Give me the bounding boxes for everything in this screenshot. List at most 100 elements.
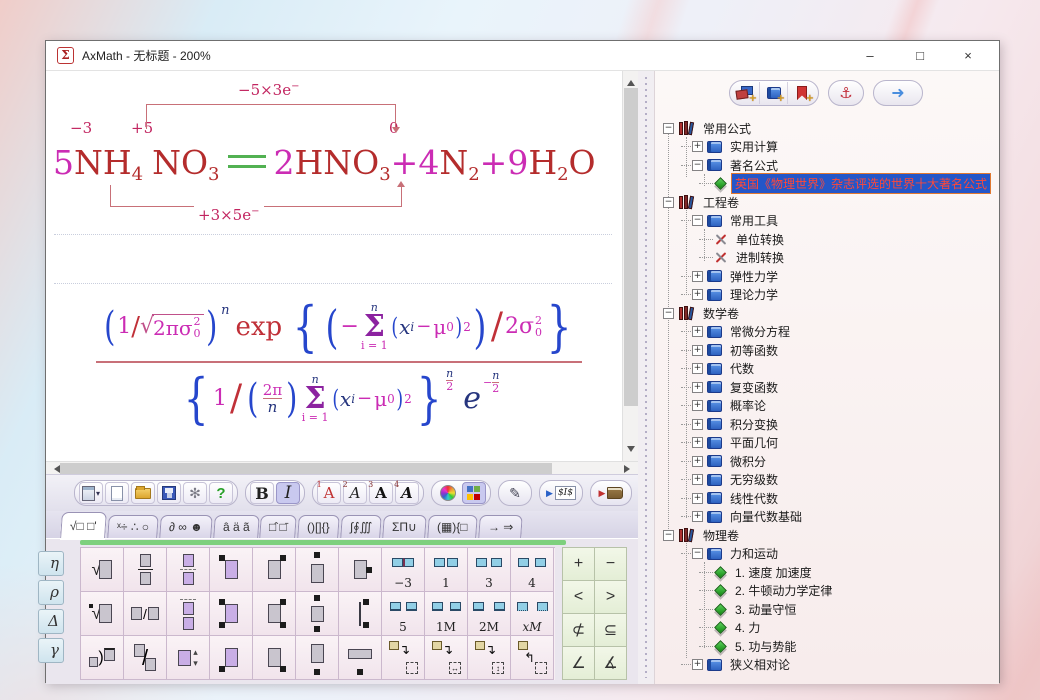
pane-splitter[interactable] [638, 71, 654, 684]
formula-library-button[interactable]: ▶ [595, 482, 627, 504]
tree-item-notebook[interactable]: +弹性力学 [659, 267, 995, 286]
symbol-measured-angle[interactable]: ∡ [595, 647, 627, 680]
tree-item-library[interactable]: −数学卷 [659, 304, 995, 323]
bold-button[interactable]: B [250, 482, 274, 504]
font-preset-3-button[interactable]: 3A [369, 482, 393, 504]
template-space-neg3[interactable]: −3 [382, 548, 425, 592]
add-notebook-button[interactable]: + [760, 82, 788, 104]
tree-item-tool[interactable]: 单位转换 [659, 230, 995, 249]
tree-item-library[interactable]: −物理卷 [659, 526, 995, 545]
tree-item-notebook[interactable]: +狭义相对论 [659, 656, 995, 675]
font-preset-4-button[interactable]: 4A [395, 482, 419, 504]
template-insert-vbox[interactable]: ↴↕ [468, 636, 511, 680]
template-space-1[interactable]: 1 [425, 548, 468, 592]
horizontal-scrollbar[interactable] [46, 461, 638, 474]
template-skew-fraction[interactable]: / [124, 636, 167, 680]
font-preset-2-button[interactable]: 2A [343, 482, 367, 504]
template-space-1M[interactable]: 1M [425, 592, 468, 636]
template-bar-scripts[interactable] [339, 592, 382, 636]
open-button[interactable] [131, 482, 155, 504]
symbol-minus[interactable]: − [595, 548, 627, 581]
template-insert-hbox[interactable]: ↴↔ [425, 636, 468, 680]
template-left-superscript[interactable] [210, 548, 253, 592]
template-space-2M[interactable]: 2M [468, 592, 511, 636]
tree-item-notebook[interactable]: +实用计算 [659, 138, 995, 157]
tree-item-formula[interactable]: 5. 功与势能 [659, 637, 995, 656]
symbol-subset-equal[interactable]: ⊆ [595, 614, 627, 647]
tree-item-notebook[interactable]: +积分变换 [659, 415, 995, 434]
color-palette-button[interactable] [462, 482, 486, 504]
tab-symbols[interactable]: ∂ ∞ ☻ [159, 515, 212, 538]
tree-item-notebook[interactable]: −著名公式 [659, 156, 995, 175]
template-long-division[interactable]: ) [81, 636, 124, 680]
anchor-button[interactable]: ⚓ [828, 80, 864, 106]
tree-item-notebook[interactable]: +无穷级数 [659, 471, 995, 490]
scroll-left-icon[interactable] [50, 465, 60, 473]
save-button[interactable] [157, 482, 181, 504]
tab-brackets[interactable]: ()[]{} [297, 515, 339, 538]
minimize-button[interactable]: – [847, 41, 893, 71]
vertical-scrollbar-thumb[interactable] [624, 88, 638, 406]
template-wide-underscript[interactable] [339, 636, 382, 680]
handwriting-button[interactable]: ✎ [503, 482, 527, 504]
template-inline-fraction[interactable]: / [124, 592, 167, 636]
tree-item-notebook[interactable]: +平面几何 [659, 434, 995, 453]
editor-canvas[interactable]: −3 +5 0 −5×3e− +3×5e− 5NH4NO32HNO3+4N2+9… [46, 71, 638, 474]
tree-item-notebook[interactable]: +线性代数 [659, 489, 995, 508]
template-over-under[interactable] [167, 548, 210, 592]
color-wheel-button[interactable] [436, 482, 460, 504]
template-space-xM[interactable]: xM [511, 592, 554, 636]
close-button[interactable]: × [945, 41, 991, 71]
settings-button[interactable]: ✻ [183, 482, 207, 504]
tree-item-formula[interactable]: 4. 力 [659, 619, 995, 638]
tree-item-library[interactable]: −工程卷 [659, 193, 995, 212]
greek-gamma-button[interactable]: γ [38, 638, 64, 663]
template-fraction[interactable] [124, 548, 167, 592]
scroll-up-icon[interactable] [627, 76, 635, 86]
template-right-superscript[interactable] [253, 548, 296, 592]
menu-button[interactable]: ▾ [79, 482, 103, 504]
symbol-less-than[interactable]: < [563, 581, 595, 614]
add-bookmark-button[interactable]: + [788, 82, 816, 104]
template-insert-box[interactable]: ↴ [382, 636, 425, 680]
tree-item-formula[interactable]: 1. 速度 加速度 [659, 563, 995, 582]
tree-item-notebook[interactable]: +复变函数 [659, 378, 995, 397]
new-document-button[interactable] [105, 482, 129, 504]
template-space-4[interactable]: 4 [511, 548, 554, 592]
template-side-dots[interactable]: ▴▾ [167, 636, 210, 680]
template-under-over[interactable] [167, 592, 210, 636]
symbol-plus[interactable]: + [563, 548, 595, 581]
template-nth-root[interactable]: √ [81, 592, 124, 636]
add-library-button[interactable]: + [732, 82, 760, 104]
greek-delta-button[interactable]: Δ [38, 609, 64, 634]
tree-item-notebook[interactable]: +理论力学 [659, 286, 995, 305]
template-space-3[interactable]: 3 [468, 548, 511, 592]
tree-item-notebook[interactable]: +向量代数基础 [659, 508, 995, 527]
tab-matrices[interactable]: (▦){□ [427, 515, 477, 538]
template-overscript[interactable] [296, 548, 339, 592]
scroll-down-icon[interactable] [627, 446, 635, 456]
template-right-script-mid[interactable] [339, 548, 382, 592]
tab-arrows[interactable]: → ⇒ [478, 515, 523, 538]
greek-eta-button[interactable]: η [38, 551, 64, 576]
greek-rho-button[interactable]: ρ [38, 580, 64, 605]
template-space-5[interactable]: 5 [382, 592, 425, 636]
help-button[interactable]: ? [209, 482, 233, 504]
tree-item-library[interactable]: −常用公式 [659, 119, 995, 138]
template-sqrt[interactable]: √ [81, 548, 124, 592]
tree-item-formula[interactable]: 3. 动量守恒 [659, 600, 995, 619]
latex-export-button[interactable]: ▶$I$ [544, 482, 578, 504]
tab-integrals[interactable]: ∫∮∭ [340, 515, 382, 538]
template-left-scripts[interactable] [210, 592, 253, 636]
tree-item-notebook[interactable]: +微积分 [659, 452, 995, 471]
tab-decorations[interactable]: □̂ □̄ [259, 515, 296, 538]
tab-operators[interactable]: ˣ÷ ∴ ○ [107, 515, 159, 538]
template-left-subscript[interactable] [210, 636, 253, 680]
font-preset-1-button[interactable]: 1A [317, 482, 341, 504]
insert-formula-button[interactable]: ➜ [873, 80, 923, 106]
tree-item-notebook[interactable]: +常微分方程 [659, 323, 995, 342]
vertical-scrollbar[interactable] [622, 71, 638, 461]
scroll-right-icon[interactable] [624, 465, 634, 473]
template-insert-return[interactable]: ↰ [511, 636, 554, 680]
horizontal-scrollbar-thumb[interactable] [60, 463, 552, 474]
